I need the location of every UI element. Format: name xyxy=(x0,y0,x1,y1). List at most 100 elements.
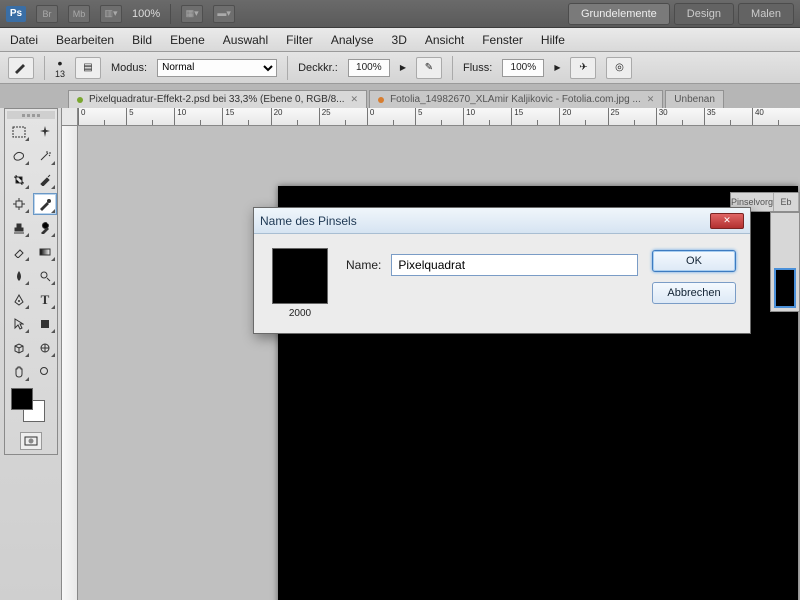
dialog-title-text: Name des Pinsels xyxy=(260,214,357,228)
wand-tool[interactable] xyxy=(33,145,57,167)
separator xyxy=(452,56,453,80)
toolbox-grip[interactable] xyxy=(7,111,55,119)
foreground-color[interactable] xyxy=(11,388,33,410)
tablet-size-button[interactable]: ◎ xyxy=(606,57,632,79)
panel-icon: ▤ xyxy=(83,62,92,73)
document-tabs: Pixelquadratur-Effekt-2.psd bei 33,3% (E… xyxy=(0,84,800,108)
doc-tab-3[interactable]: Unbenan xyxy=(665,90,724,108)
ok-button[interactable]: OK xyxy=(652,250,736,272)
patch-tool[interactable] xyxy=(7,193,31,215)
flow-input[interactable]: 100% xyxy=(502,59,544,77)
workspace-tab-grundelemente[interactable]: Grundelemente xyxy=(568,3,670,25)
shape-tool[interactable] xyxy=(33,313,57,335)
gradient-tool[interactable] xyxy=(33,241,57,263)
close-icon: ✕ xyxy=(723,215,731,226)
menu-bild[interactable]: Bild xyxy=(132,33,152,47)
ruler-horizontal[interactable]: 0 5 10 15 20 25 0 5 10 15 20 25 30 35 40 xyxy=(78,108,800,126)
menu-ansicht[interactable]: Ansicht xyxy=(425,33,464,47)
workspace-tab-design[interactable]: Design xyxy=(674,3,734,25)
ruler-tick: 15 xyxy=(222,108,270,125)
opacity-input[interactable]: 100% xyxy=(348,59,390,77)
zoom-tool[interactable] xyxy=(33,361,57,383)
brush-icon xyxy=(13,61,29,75)
lasso-tool[interactable] xyxy=(7,145,31,167)
menu-3d[interactable]: 3D xyxy=(392,33,407,47)
type-tool[interactable]: T xyxy=(33,289,57,311)
history-brush-tool[interactable] xyxy=(33,217,57,239)
flow-arrow-icon[interactable]: ▶ xyxy=(554,63,560,72)
pen-tool[interactable] xyxy=(7,289,31,311)
airbrush-button[interactable]: ✈ xyxy=(570,57,596,79)
menu-analyse[interactable]: Analyse xyxy=(331,33,374,47)
ruler-tick: 10 xyxy=(463,108,511,125)
workspace-tab-malen[interactable]: Malen xyxy=(738,3,794,25)
menu-bearbeiten[interactable]: Bearbeiten xyxy=(56,33,114,47)
move-tool[interactable] xyxy=(33,121,57,143)
menu-bar: Datei Bearbeiten Bild Ebene Auswahl Filt… xyxy=(0,28,800,52)
airbrush-icon: ✈ xyxy=(579,62,587,73)
workspace-switcher: Grundelemente Design Malen xyxy=(568,3,794,25)
opacity-arrow-icon[interactable]: ▶ xyxy=(400,63,406,72)
brush-tool[interactable] xyxy=(33,193,57,215)
ruler-tick: 40 xyxy=(752,108,800,125)
filmstrip-icon: ▥▾ xyxy=(104,8,117,19)
brush-preset-picker[interactable]: • 13 xyxy=(55,56,65,79)
ruler-vertical[interactable] xyxy=(62,126,78,600)
doc-status-icon xyxy=(77,97,83,103)
screenmode-button[interactable]: ▬▾ xyxy=(213,5,235,23)
doc-tab-1-label: Pixelquadratur-Effekt-2.psd bei 33,3% (E… xyxy=(89,94,345,105)
tool-preset-icon[interactable] xyxy=(8,57,34,79)
hand-tool[interactable] xyxy=(7,361,31,383)
ruler-tick: 25 xyxy=(319,108,367,125)
brush-name-dialog: Name des Pinsels ✕ 2000 Name: OK Abbrech… xyxy=(253,207,751,334)
crop-tool[interactable] xyxy=(7,169,31,191)
3d-camera-tool[interactable] xyxy=(33,337,57,359)
menu-hilfe[interactable]: Hilfe xyxy=(541,33,565,47)
dialog-close-button[interactable]: ✕ xyxy=(710,213,744,229)
menu-fenster[interactable]: Fenster xyxy=(482,33,523,47)
dialog-body: 2000 Name: OK Abbrechen xyxy=(254,234,750,333)
zoom-label: 100% xyxy=(132,8,160,20)
menu-ebene[interactable]: Ebene xyxy=(170,33,205,47)
ruler-tick: 30 xyxy=(656,108,704,125)
mode-select[interactable]: Normal xyxy=(157,59,277,77)
minibridge-button[interactable]: Mb xyxy=(68,5,90,23)
doc-status-icon xyxy=(378,97,384,103)
panel-tab-ebenen[interactable]: Eb xyxy=(774,193,799,211)
close-icon[interactable]: ✕ xyxy=(647,94,655,105)
screen-icon: ▬▾ xyxy=(217,8,231,19)
path-select-tool[interactable] xyxy=(7,313,31,335)
bridge-button[interactable]: Br xyxy=(36,5,58,23)
dodge-tool[interactable] xyxy=(33,265,57,287)
close-icon[interactable]: ✕ xyxy=(351,94,359,105)
brush-size-value: 13 xyxy=(55,70,65,79)
menu-auswahl[interactable]: Auswahl xyxy=(223,33,268,47)
menu-datei[interactable]: Datei xyxy=(10,33,38,47)
stamp-tool[interactable] xyxy=(7,217,31,239)
doc-tab-2-label: Fotolia_14982670_XLAmir Kaljikovic - Fot… xyxy=(390,94,641,105)
tablet-opacity-button[interactable]: ✎ xyxy=(416,57,442,79)
cancel-button[interactable]: Abbrechen xyxy=(652,282,736,304)
marquee-tool[interactable] xyxy=(7,121,31,143)
blur-tool[interactable] xyxy=(7,265,31,287)
layout-button[interactable]: ▥▾ xyxy=(100,5,122,23)
eraser-tool[interactable] xyxy=(7,241,31,263)
grid-icon: ▦▾ xyxy=(186,8,199,19)
brush-panel-button[interactable]: ▤ xyxy=(75,57,101,79)
tablet-icon: ✎ xyxy=(425,62,433,73)
canvas-stage[interactable] xyxy=(78,126,800,600)
quickmask-button[interactable] xyxy=(20,432,42,450)
menu-filter[interactable]: Filter xyxy=(286,33,313,47)
arrange-button[interactable]: ▦▾ xyxy=(181,5,203,23)
ruler-tick: 35 xyxy=(704,108,752,125)
layer-thumbnail[interactable] xyxy=(774,268,796,308)
doc-tab-2[interactable]: Fotolia_14982670_XLAmir Kaljikovic - Fot… xyxy=(369,90,663,108)
dialog-titlebar[interactable]: Name des Pinsels ✕ xyxy=(254,208,750,234)
ruler-tick: 25 xyxy=(608,108,656,125)
3d-tool[interactable] xyxy=(7,337,31,359)
brush-name-input[interactable] xyxy=(391,254,638,276)
color-swatches xyxy=(7,386,55,428)
eyedropper-tool[interactable] xyxy=(33,169,57,191)
doc-tab-1[interactable]: Pixelquadratur-Effekt-2.psd bei 33,3% (E… xyxy=(68,90,367,108)
options-bar: • 13 ▤ Modus: Normal Deckkr.: 100% ▶ ✎ F… xyxy=(0,52,800,84)
